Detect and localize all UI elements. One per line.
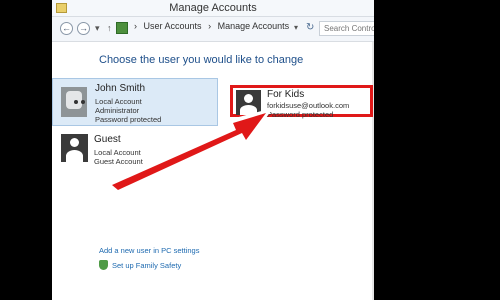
john-smith-avatar-face-icon (66, 91, 85, 109)
up-button[interactable]: ↑ (107, 23, 112, 33)
account-email: forkidsuse@outlook.com (267, 101, 350, 110)
avatar-body-icon (66, 150, 83, 162)
account-card-guest[interactable]: Guest Local Account Guest Account (52, 130, 218, 170)
account-status: Password protected (95, 115, 162, 124)
title-bar: Manage Accounts (52, 0, 374, 17)
forward-button[interactable]: → (77, 22, 90, 35)
account-card-john-smith[interactable]: John Smith Local Account Administrator P… (52, 78, 218, 126)
guest-avatar (61, 134, 88, 162)
breadcrumb-user-accounts[interactable]: User Accounts (144, 21, 202, 31)
avatar-head-icon (244, 94, 253, 103)
family-safety-link[interactable]: Set up Family Safety (99, 260, 181, 270)
recent-locations-icon[interactable]: ▾ (95, 23, 100, 34)
account-name: Guest (94, 134, 121, 145)
family-safety-label: Set up Family Safety (112, 260, 182, 270)
avatar-body-icon (240, 105, 257, 115)
account-role: Administrator (95, 106, 140, 115)
toolbar: ← → ▾ ↑ › User Accounts › Manage Account… (52, 17, 374, 42)
account-status: Guest Account (94, 157, 143, 166)
avatar-eye-icon (74, 100, 78, 104)
account-card-for-kids[interactable]: For Kids forkidsuse@outlook.com Password… (230, 85, 373, 119)
search-input[interactable] (319, 21, 374, 36)
for-kids-avatar (236, 90, 261, 115)
breadcrumb-chevron-icon: › (208, 21, 212, 31)
back-button[interactable]: ← (60, 22, 73, 35)
add-user-link[interactable]: Add a new user in PC settings (99, 246, 199, 255)
address-dropdown-icon[interactable]: ▾ (294, 23, 298, 32)
breadcrumb-chevron-icon: › (134, 21, 137, 31)
account-status: Password protected (267, 110, 334, 119)
avatar-eye-icon (81, 100, 85, 104)
breadcrumb-manage-accounts[interactable]: Manage Accounts (218, 21, 290, 31)
page-title: Choose the user you would like to change (99, 54, 304, 66)
family-safety-shield-icon (99, 260, 108, 270)
avatar-head-icon (70, 138, 79, 147)
scrollbar[interactable] (372, 42, 374, 300)
refresh-icon[interactable]: ↻ (306, 22, 314, 33)
account-type: Local Account (95, 97, 142, 106)
john-smith-avatar (61, 87, 87, 117)
breadcrumb: › User Accounts › Manage Accounts (132, 21, 291, 31)
control-panel-icon (116, 22, 128, 34)
account-name: For Kids (267, 89, 305, 100)
account-name: John Smith (95, 83, 146, 94)
account-type: Local Account (94, 148, 141, 157)
window-title: Manage Accounts (169, 2, 257, 14)
